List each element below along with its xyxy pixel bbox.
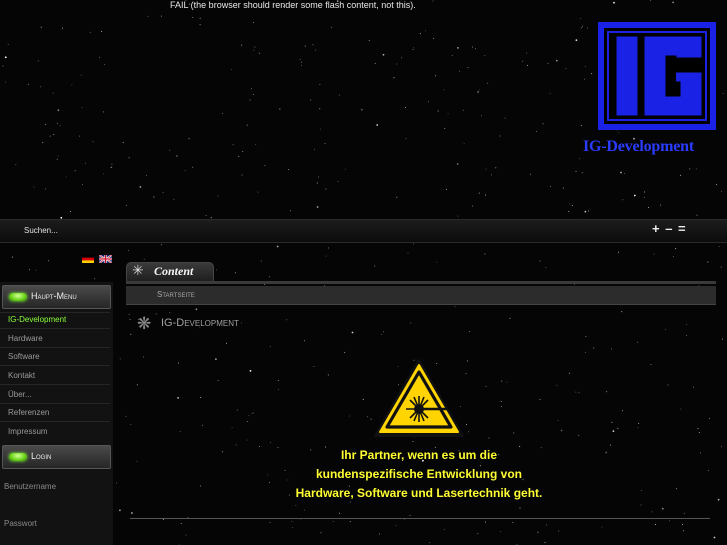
menu-divider (0, 421, 110, 422)
username-label: Benutzername (4, 482, 57, 491)
page-title: IG-Development (161, 317, 239, 329)
content-bottom-divider (130, 518, 710, 519)
menu-divider (0, 403, 110, 404)
logo-text: IG-Development (583, 138, 694, 155)
uk-flag-icon[interactable] (99, 255, 112, 263)
search-input[interactable]: Suchen... (24, 226, 58, 235)
menu-divider (0, 328, 110, 329)
search-bar (0, 219, 727, 243)
menu-item-ig-development[interactable]: IG-Development (8, 315, 66, 324)
password-label: Passwort (4, 519, 37, 528)
menu-item-hardware[interactable]: Hardware (8, 334, 43, 343)
star-icon: ✳ (132, 262, 144, 278)
menu-divider (0, 384, 110, 385)
breadcrumb-bar (126, 286, 716, 305)
slogan-line: Ihr Partner, wenn es um die (340, 448, 498, 462)
laser-warning-icon (374, 359, 464, 437)
breadcrumb[interactable]: Startseite (157, 290, 195, 299)
content-tab-line (126, 281, 716, 284)
content-tab-label: Content (154, 264, 194, 278)
ig-logo-icon (598, 22, 716, 130)
menu-divider (0, 365, 110, 366)
menu-item-software[interactable]: Software (8, 352, 40, 361)
main-menu-title: Haupt-Menu (31, 291, 77, 301)
slogan-line: Hardware, Software und Lasertechnik geht… (295, 486, 543, 500)
menu-item-referenzen[interactable]: Referenzen (8, 408, 49, 417)
font-size-controls[interactable]: + – = (652, 221, 687, 236)
page-icon: ❋ (137, 314, 152, 333)
login-title: Login (31, 451, 52, 461)
menu-item-ueber[interactable]: Über... (8, 390, 32, 399)
menu-item-impressum[interactable]: Impressum (8, 427, 48, 436)
flash-fallback-text: FAIL (the browser should render some fla… (170, 0, 416, 10)
menu-divider (0, 312, 110, 313)
german-flag-icon[interactable] (82, 255, 94, 263)
green-indicator-icon (9, 453, 27, 461)
green-indicator-icon (9, 293, 27, 301)
slogan: Ihr Partner, wenn es um die kundenspezif… (270, 446, 568, 503)
menu-divider (0, 347, 110, 348)
slogan-line: kundenspezifische Entwicklung von (315, 467, 523, 481)
menu-item-kontakt[interactable]: Kontakt (8, 371, 35, 380)
